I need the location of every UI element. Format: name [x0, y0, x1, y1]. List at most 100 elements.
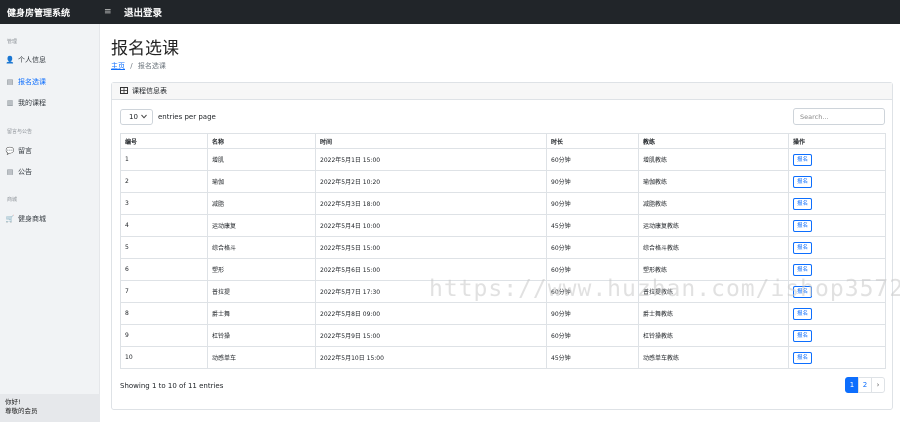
next-page-button[interactable]: › [871, 377, 885, 393]
cell-duration: 60分钟 [546, 324, 639, 347]
cell-action: 报名 [788, 258, 886, 281]
cell-id: 10 [120, 346, 208, 369]
menu-toggle-icon[interactable]: ≡ [104, 7, 114, 17]
signup-button[interactable]: 报名 [793, 351, 813, 364]
pagination: 1 2 › [845, 377, 885, 393]
cell-id: 8 [120, 302, 208, 325]
cell-coach: 综合格斗教练 [638, 236, 789, 259]
cell-time: 2022年5月7日 17:30 [315, 280, 547, 303]
table-row: 4 运动康复 2022年5月4日 10:00 45分钟 运动康复教练 报名 [120, 214, 886, 237]
sidebar-item-label: 公告 [18, 168, 32, 176]
page-button-2[interactable]: 2 [858, 377, 872, 393]
cell-duration: 60分钟 [546, 258, 639, 281]
cell-time: 2022年5月3日 18:00 [315, 192, 547, 215]
cell-coach: 瑜伽教练 [638, 170, 789, 193]
sidebar-item-label: 报名选课 [18, 78, 46, 86]
sidebar-heading-shop: 商城 [7, 197, 18, 203]
signup-button[interactable]: 报名 [793, 329, 813, 342]
table-row: 8 爵士舞 2022年5月8日 09:00 90分钟 爵士舞教练 报名 [120, 302, 886, 325]
cell-coach: 爵士舞教练 [638, 302, 789, 325]
cell-name: 综合格斗 [207, 236, 316, 259]
search-input[interactable] [793, 108, 885, 125]
signup-button[interactable]: 报名 [793, 197, 813, 210]
breadcrumb: 主页 / 报名选课 [111, 61, 166, 71]
cell-id: 7 [120, 280, 208, 303]
cell-time: 2022年5月5日 15:00 [315, 236, 547, 259]
cell-id: 1 [120, 148, 208, 171]
sidebar-item-messages[interactable]: 💬 留言 [6, 146, 32, 156]
cell-time: 2022年5月2日 10:20 [315, 170, 547, 193]
signup-button[interactable]: 报名 [793, 307, 813, 320]
cell-duration: 45分钟 [546, 346, 639, 369]
table-row: 3 减脂 2022年5月3日 18:00 90分钟 减脂教练 报名 [120, 192, 886, 215]
cell-action: 报名 [788, 214, 886, 237]
course-table: 编号 名称 时间 时长 教练 操作 1 增肌 2022年5月1日 15:00 6… [120, 133, 886, 369]
cart-icon: 🛒 [5, 215, 15, 223]
sidebar-footer: 你好! 尊敬的会员 [0, 394, 100, 422]
cell-id: 5 [120, 236, 208, 259]
column-header-name[interactable]: 名称 [207, 133, 316, 149]
cell-time: 2022年5月9日 15:00 [315, 324, 547, 347]
signup-button[interactable]: 报名 [793, 241, 813, 254]
signup-button[interactable]: 报名 [793, 219, 813, 232]
sidebar-item-profile[interactable]: 👤 个人信息 [6, 55, 46, 65]
cell-duration: 60分钟 [546, 148, 639, 171]
sidebar-item-shop[interactable]: 🛒 健身商城 [6, 214, 46, 224]
breadcrumb-home-link[interactable]: 主页 [111, 62, 125, 70]
sidebar-heading-manage: 管理 [7, 39, 18, 45]
cell-time: 2022年5月10日 15:00 [315, 346, 547, 369]
cell-name: 减脂 [207, 192, 316, 215]
table-info: Showing 1 to 10 of 11 entries [120, 382, 224, 390]
cell-action: 报名 [788, 170, 886, 193]
main-content: 报名选课 主页 / 报名选课 课程信息表 10 entries per page [100, 24, 900, 422]
sidebar-item-my-courses[interactable]: ▥ 我的课程 [6, 98, 46, 108]
page-button-1[interactable]: 1 [845, 377, 859, 393]
list-icon: ▤ [6, 78, 14, 86]
sidebar-item-course-signup[interactable]: ▤ 报名选课 [6, 77, 46, 87]
cell-time: 2022年5月6日 15:00 [315, 258, 547, 281]
cell-coach: 动感单车教练 [638, 346, 789, 369]
signup-button[interactable]: 报名 [793, 263, 813, 276]
cell-name: 杠铃操 [207, 324, 316, 347]
cell-name: 塑形 [207, 258, 316, 281]
sidebar-item-label: 留言 [18, 147, 32, 155]
cell-duration: 90分钟 [546, 192, 639, 215]
cell-id: 2 [120, 170, 208, 193]
cell-action: 报名 [788, 280, 886, 303]
brand-title[interactable]: 健身房管理系统 [0, 6, 100, 19]
cell-duration: 60分钟 [546, 280, 639, 303]
sidebar-item-label: 个人信息 [18, 56, 46, 64]
cell-action: 报名 [788, 148, 886, 171]
chevron-down-icon [141, 114, 147, 121]
cell-id: 3 [120, 192, 208, 215]
column-header-coach[interactable]: 教练 [638, 133, 789, 149]
card-header-title: 课程信息表 [132, 87, 167, 95]
book-icon: ▥ [6, 99, 14, 107]
user-icon: 👤 [5, 56, 15, 64]
cell-action: 报名 [788, 192, 886, 215]
cell-duration: 45分钟 [546, 214, 639, 237]
column-header-action[interactable]: 操作 [788, 133, 886, 149]
course-table-card: 课程信息表 10 entries per page 编号 名称 时间 时长 教练 [111, 82, 893, 410]
table-row: 9 杠铃操 2022年5月9日 15:00 60分钟 杠铃操教练 报名 [120, 324, 886, 347]
column-header-duration[interactable]: 时长 [546, 133, 639, 149]
signup-button[interactable]: 报名 [793, 175, 813, 188]
cell-id: 6 [120, 258, 208, 281]
cell-duration: 90分钟 [546, 170, 639, 193]
column-header-id[interactable]: 编号 [120, 133, 208, 149]
cell-name: 普拉提 [207, 280, 316, 303]
comment-icon: 💬 [5, 147, 15, 155]
signup-button[interactable]: 报名 [793, 153, 813, 166]
cell-name: 动感单车 [207, 346, 316, 369]
logout-link[interactable]: 退出登录 [124, 5, 162, 19]
sidebar-item-notices[interactable]: ▤ 公告 [6, 167, 32, 177]
entries-per-page-select[interactable]: 10 [120, 109, 153, 125]
column-header-time[interactable]: 时间 [315, 133, 547, 149]
table-icon [120, 86, 128, 96]
sidebar-item-label: 健身商城 [18, 215, 46, 223]
footer-role: 尊敬的会员 [5, 407, 38, 415]
cell-time: 2022年5月1日 15:00 [315, 148, 547, 171]
cell-name: 瑜伽 [207, 170, 316, 193]
table-row: 6 塑形 2022年5月6日 15:00 60分钟 塑形教练 报名 [120, 258, 886, 281]
signup-button[interactable]: 报名 [793, 285, 813, 298]
